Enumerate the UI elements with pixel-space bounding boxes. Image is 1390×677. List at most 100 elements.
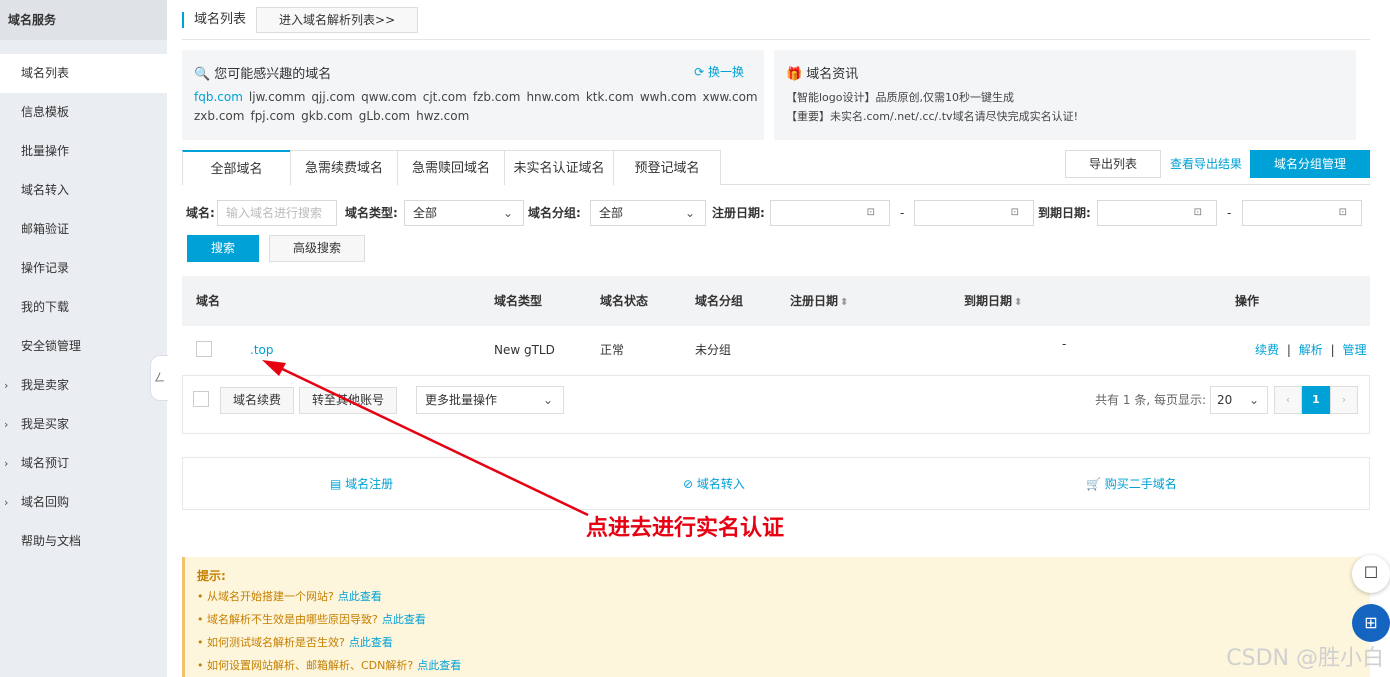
- type-filter-label: 域名类型:: [345, 206, 398, 220]
- col-ops: 操作: [1235, 294, 1260, 308]
- suggest-domain[interactable]: ktk.com: [586, 90, 634, 104]
- suggest-domain[interactable]: zxb.com: [194, 109, 244, 123]
- suggest-domain[interactable]: qww.com: [361, 90, 417, 104]
- batch-renew-button[interactable]: 域名续费: [220, 387, 294, 414]
- sidebar-item-transfer-in[interactable]: 域名转入: [0, 171, 167, 210]
- manage-link[interactable]: 管理: [1342, 343, 1366, 357]
- chat-float-button[interactable]: ☐: [1352, 555, 1390, 593]
- news-item[interactable]: 【智能logo设计】品质原创,仅需10秒一键生成: [786, 88, 1078, 107]
- reg-date-end[interactable]: ⊡: [914, 200, 1034, 226]
- news-item[interactable]: 【重要】未实名.com/.net/.cc/.tv域名请尽快完成实名认证!: [786, 107, 1078, 126]
- sidebar-item-domain-list[interactable]: 域名列表: [0, 54, 167, 93]
- suggest-domain[interactable]: fqb.com: [194, 90, 243, 104]
- advanced-search-button[interactable]: 高级搜索: [269, 235, 365, 262]
- chevron-right-icon: ›: [4, 418, 9, 431]
- reg-date-start[interactable]: ⊡: [770, 200, 890, 226]
- tab-unverified[interactable]: 未实名认证域名: [504, 150, 614, 185]
- group-select[interactable]: 全部 ⌄: [590, 200, 706, 226]
- main-content: 域名列表 进入域名解析列表>> 🔍 您可能感兴趣的域名 ⟳ 换一换 fqb.com…: [182, 0, 1370, 677]
- sidebar-item-info-template[interactable]: 信息模板: [0, 93, 167, 132]
- suggest-domain[interactable]: gkb.com: [301, 109, 353, 123]
- domain-type: New gTLD: [494, 343, 555, 357]
- register-link[interactable]: ▤ 域名注册: [330, 458, 393, 511]
- batch-transfer-button[interactable]: 转至其他账号: [299, 387, 397, 414]
- sidebar-item-label: 批量操作: [21, 144, 70, 158]
- tab-pre-registered[interactable]: 预登记域名: [613, 150, 721, 185]
- page-1-button[interactable]: 1: [1302, 386, 1330, 414]
- suggest-domain[interactable]: hnw.com: [526, 90, 579, 104]
- sidebar-item-downloads[interactable]: 我的下载: [0, 288, 167, 327]
- gift-icon: 🎁: [786, 67, 803, 82]
- more-batch-select[interactable]: 更多批量操作 ⌄: [416, 386, 564, 414]
- prev-page-button[interactable]: ‹: [1274, 386, 1302, 414]
- sidebar-item-reserve[interactable]: › 域名预订: [0, 444, 167, 483]
- transfer-in-link[interactable]: ⊘ 域名转入: [683, 458, 745, 511]
- suggest-domain[interactable]: qjj.com: [311, 90, 355, 104]
- sidebar-item-op-log[interactable]: 操作记录: [0, 249, 167, 288]
- domain-tabs: 全部域名 急需续费域名 急需赎回域名 未实名认证域名 预登记域名 导出列表 查看…: [182, 150, 1370, 185]
- tip-link[interactable]: 点此查看: [338, 590, 382, 603]
- suggest-domain[interactable]: wwh.com: [640, 90, 697, 104]
- export-list-button[interactable]: 导出列表: [1065, 150, 1161, 178]
- row-checkbox[interactable]: [196, 341, 212, 357]
- suggest-title: 🔍 您可能感兴趣的域名: [194, 63, 331, 82]
- dns-list-button[interactable]: 进入域名解析列表>>: [256, 6, 419, 33]
- refresh-label: 换一换: [707, 65, 744, 79]
- domain-search-input[interactable]: 输入域名进行搜索: [217, 200, 337, 226]
- buy-used-link[interactable]: 🛒 购买二手域名: [1086, 458, 1177, 511]
- suggest-domain[interactable]: gLb.com: [359, 109, 410, 123]
- tab-renew-needed[interactable]: 急需续费域名: [290, 150, 398, 185]
- tip-link[interactable]: 点此查看: [417, 659, 461, 672]
- renew-link[interactable]: 续费: [1255, 343, 1279, 357]
- annotation-text: 点进去进行实名认证: [586, 515, 785, 541]
- col-exp-date-label: 到期日期: [964, 294, 1013, 308]
- tip-link[interactable]: 点此查看: [349, 636, 393, 649]
- search-bulb-icon: 🔍: [194, 67, 211, 82]
- sidebar-item-email-verify[interactable]: 邮箱验证: [0, 210, 167, 249]
- sidebar-item-label: 帮助与文档: [21, 534, 82, 548]
- sidebar-item-security-lock[interactable]: 安全锁管理: [0, 327, 167, 366]
- tip-link[interactable]: 点此查看: [382, 613, 426, 626]
- sidebar-item-buyback[interactable]: › 域名回购: [0, 483, 167, 522]
- sidebar-collapse-toggle[interactable]: ㄥ: [150, 355, 168, 401]
- apps-float-button[interactable]: ⊞: [1352, 604, 1390, 642]
- domain-link[interactable]: .top: [250, 326, 273, 374]
- suggest-domain[interactable]: fzb.com: [473, 90, 521, 104]
- suggest-domain[interactable]: hwz.com: [416, 109, 469, 123]
- suggest-domain[interactable]: ljw.comm: [249, 90, 306, 104]
- tip-item: • 域名解析不生效是由哪些原因导致? 点此查看: [197, 608, 1358, 631]
- exp-date-start[interactable]: ⊡: [1097, 200, 1217, 226]
- refresh-button[interactable]: ⟳ 换一换: [694, 63, 744, 80]
- separator: |: [1330, 343, 1335, 357]
- search-button[interactable]: 搜索: [187, 235, 259, 262]
- news-panel: 🎁 域名资讯 【智能logo设计】品质原创,仅需10秒一键生成 【重要】未实名.c…: [774, 50, 1356, 140]
- sidebar-item-help[interactable]: 帮助与文档: [0, 522, 167, 561]
- dns-link[interactable]: 解析: [1299, 343, 1323, 357]
- next-page-button[interactable]: ›: [1330, 386, 1358, 414]
- tab-all-domains[interactable]: 全部域名: [182, 150, 291, 185]
- sidebar-item-seller[interactable]: › 我是卖家: [0, 366, 167, 405]
- apps-icon: ⊞: [1364, 613, 1378, 632]
- page-size-select[interactable]: 20 ⌄: [1210, 386, 1268, 414]
- sidebar-item-label: 域名预订: [21, 456, 70, 470]
- suggest-domain[interactable]: fpj.com: [250, 109, 295, 123]
- batch-bar: 域名续费 转至其他账号 更多批量操作 ⌄ 共有 1 条, 每页显示: 20 ⌄ ‹ …: [182, 376, 1370, 434]
- col-exp-date[interactable]: 到期日期 ⬍: [964, 276, 1022, 328]
- col-type: 域名类型: [494, 294, 543, 308]
- exp-date-end[interactable]: ⊡: [1242, 200, 1362, 226]
- select-all-checkbox[interactable]: [193, 391, 209, 407]
- col-reg-date[interactable]: 注册日期 ⬍: [790, 276, 848, 328]
- table-header: 域名 域名类型 域名状态 域名分组 注册日期 ⬍ 到期日期 ⬍ 操作: [182, 276, 1370, 326]
- tab-redeem-needed[interactable]: 急需赎回域名: [397, 150, 505, 185]
- suggest-domain[interactable]: cjt.com: [423, 90, 467, 104]
- row-actions: 续费 | 解析 | 管理: [1255, 326, 1366, 374]
- group-manage-button[interactable]: 域名分组管理: [1250, 150, 1370, 178]
- view-export-link[interactable]: 查看导出结果: [1170, 155, 1242, 172]
- chevron-down-icon: ⌄: [684, 206, 695, 220]
- type-select[interactable]: 全部 ⌄: [404, 200, 524, 226]
- exp-date-value: -: [1062, 337, 1067, 351]
- chevron-down-icon: ⌄: [1248, 393, 1259, 407]
- sidebar-item-batch-ops[interactable]: 批量操作: [0, 132, 167, 171]
- sidebar-item-buyer[interactable]: › 我是买家: [0, 405, 167, 444]
- suggest-domain[interactable]: xww.com: [703, 90, 758, 104]
